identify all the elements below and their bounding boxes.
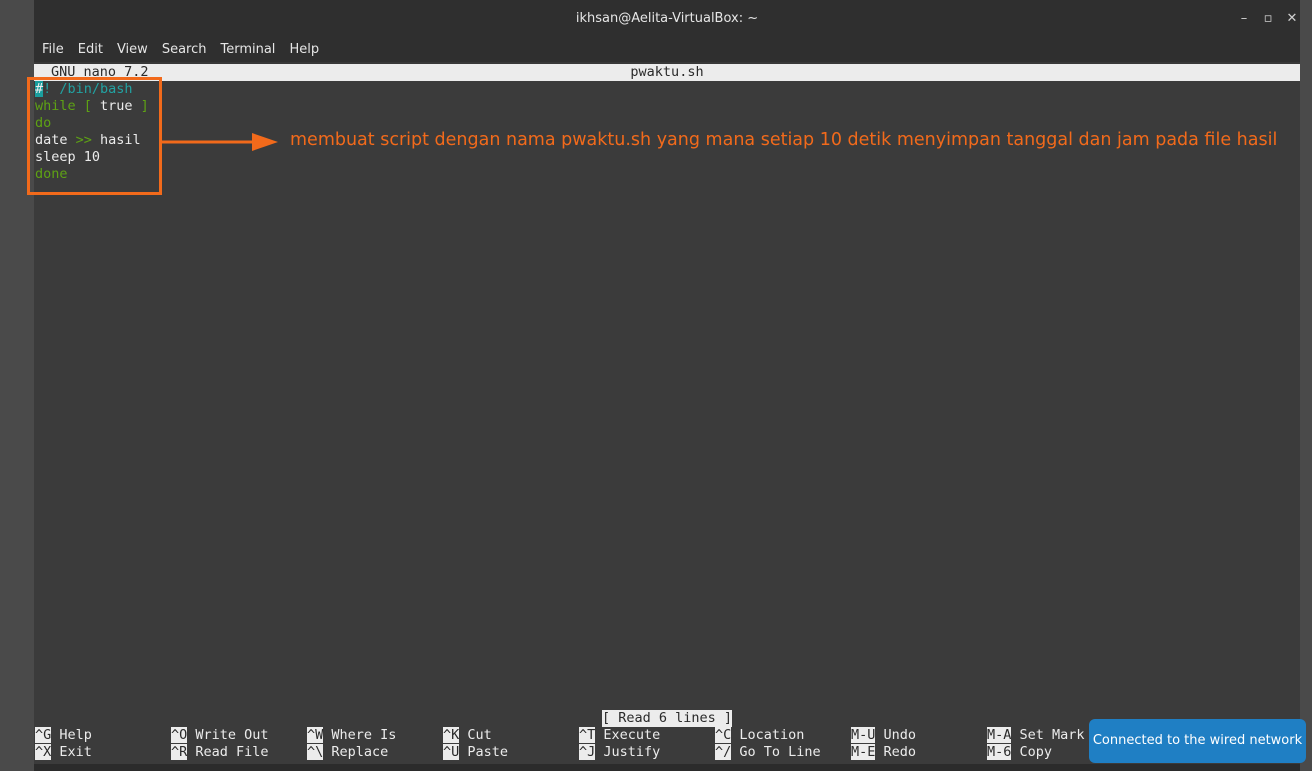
network-notification[interactable]: Connected to the wired network xyxy=(1089,719,1306,763)
shortcut-write-out[interactable]: ^O Write Out xyxy=(171,727,269,744)
shortcut-label: Location xyxy=(739,727,805,743)
menu-file[interactable]: File xyxy=(34,38,71,57)
desktop-right-edge xyxy=(1300,0,1312,771)
window-title: ikhsan@Aelita-VirtualBox: ~ xyxy=(575,11,759,26)
annotation-arrow-icon xyxy=(160,133,278,151)
nano-title-bar: GNU nano 7.2 pwaktu.sh xyxy=(34,64,1300,81)
shortcut-key: ^R xyxy=(171,744,188,760)
shortcut-label: Execute xyxy=(603,727,661,743)
shortcut-label: Read File xyxy=(195,744,269,760)
close-icon[interactable]: ✕ xyxy=(1281,8,1303,30)
shortcut-replace[interactable]: ^\ Replace xyxy=(307,744,388,761)
shortcut-label: Paste xyxy=(467,744,509,760)
terminal-window: ikhsan@Aelita-VirtualBox: ~ – ▫ ✕ File Ed… xyxy=(34,0,1300,771)
shortcut-label: Help xyxy=(59,727,92,743)
shortcut-justify[interactable]: ^J Justify xyxy=(579,744,660,761)
shortcut-copy[interactable]: M-6 Copy xyxy=(987,744,1052,761)
shortcut-set-mark[interactable]: M-A Set Mark xyxy=(987,727,1085,744)
shortcut-cut[interactable]: ^K Cut xyxy=(443,727,492,744)
menu-terminal[interactable]: Terminal xyxy=(213,38,282,57)
shortcut-key: M-A xyxy=(987,727,1012,743)
shortcut-key: ^T xyxy=(579,727,596,743)
shortcut-go-to-line[interactable]: ^/ Go To Line xyxy=(715,744,821,761)
shortcut-key: ^/ xyxy=(715,744,732,760)
shortcut-execute[interactable]: ^T Execute xyxy=(579,727,660,744)
shortcut-label: Undo xyxy=(883,727,917,743)
shortcut-label: Copy xyxy=(1019,744,1053,760)
taskbar xyxy=(34,764,1300,771)
shortcut-key: ^\ xyxy=(307,744,324,760)
annotation-text: membuat script dengan nama pwaktu.sh yan… xyxy=(290,130,1278,150)
shortcut-key: ^C xyxy=(715,727,732,743)
shortcut-label: Cut xyxy=(467,727,492,743)
shortcut-label: Replace xyxy=(331,744,389,760)
terminal-area[interactable]: GNU nano 7.2 pwaktu.sh #! /bin/bash whil… xyxy=(34,64,1300,771)
shortcut-key: ^O xyxy=(171,727,188,743)
shortcut-paste[interactable]: ^U Paste xyxy=(443,744,508,761)
shortcut-label: Justify xyxy=(603,744,661,760)
menu-bar: File Edit View Search Terminal Help xyxy=(34,38,1300,62)
nano-status-message: [ Read 6 lines ] xyxy=(602,710,733,727)
shortcut-where-is[interactable]: ^W Where Is xyxy=(307,727,396,744)
shortcut-label: Exit xyxy=(59,744,92,760)
shortcut-key: ^J xyxy=(579,744,596,760)
shortcut-key: ^U xyxy=(443,744,460,760)
shortcut-label: Write Out xyxy=(195,727,269,743)
shortcut-redo[interactable]: M-E Redo xyxy=(851,744,916,761)
menu-search[interactable]: Search xyxy=(155,38,214,57)
shortcut-key: ^K xyxy=(443,727,460,743)
shortcut-key: ^W xyxy=(307,727,324,743)
shortcut-key: M-U xyxy=(851,727,876,743)
shortcut-undo[interactable]: M-U Undo xyxy=(851,727,916,744)
shortcut-key: ^X xyxy=(35,744,52,760)
maximize-icon[interactable]: ▫ xyxy=(1257,8,1279,30)
shortcut-label: Where Is xyxy=(331,727,397,743)
shortcut-location[interactable]: ^C Location xyxy=(715,727,804,744)
shortcut-label: Go To Line xyxy=(739,744,821,760)
menu-edit[interactable]: Edit xyxy=(71,38,110,57)
shortcut-label: Redo xyxy=(883,744,917,760)
shortcut-key: M-6 xyxy=(987,744,1012,760)
shortcut-label: Set Mark xyxy=(1019,727,1085,743)
minimize-icon[interactable]: – xyxy=(1233,8,1255,30)
shortcut-key: ^G xyxy=(35,727,52,743)
menu-help[interactable]: Help xyxy=(282,38,326,57)
shortcut-read-file[interactable]: ^R Read File xyxy=(171,744,269,761)
nano-filename: pwaktu.sh xyxy=(630,64,704,80)
shortcut-help[interactable]: ^G Help xyxy=(35,727,92,744)
menu-view[interactable]: View xyxy=(110,38,155,57)
shortcut-exit[interactable]: ^X Exit xyxy=(35,744,92,761)
annotation-highlight-box xyxy=(27,77,162,195)
shortcut-key: M-E xyxy=(851,744,876,760)
window-titlebar[interactable]: ikhsan@Aelita-VirtualBox: ~ – ▫ ✕ xyxy=(34,0,1300,38)
